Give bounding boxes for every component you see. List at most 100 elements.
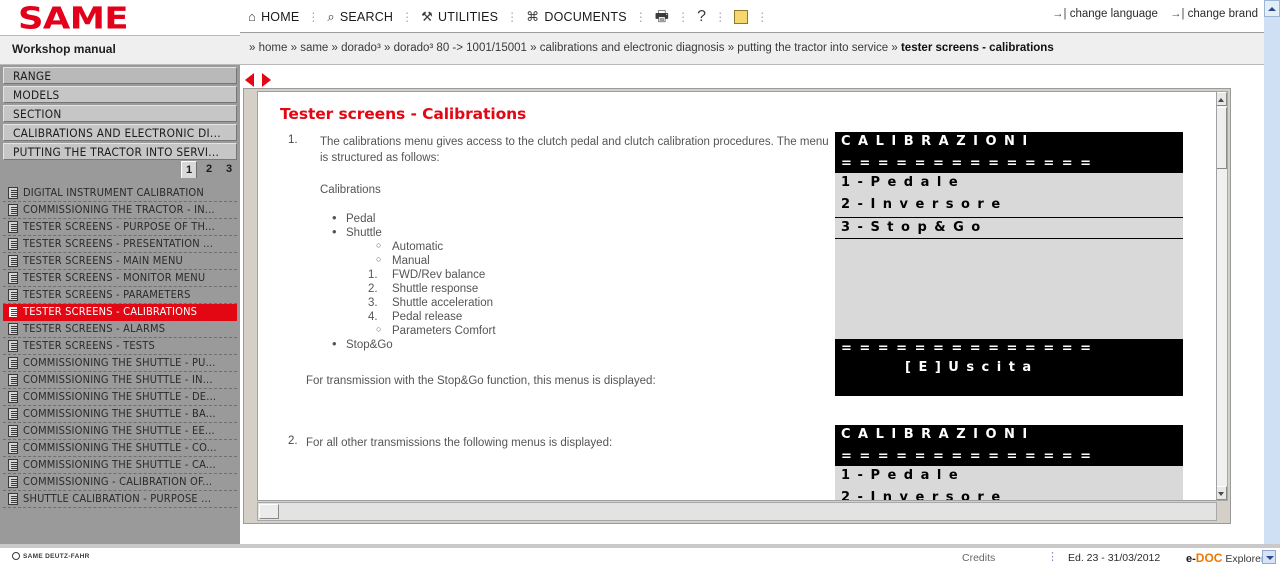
nav-separator: ⋮ <box>677 9 690 24</box>
document-icon <box>8 459 18 471</box>
scroll-top-button[interactable] <box>1264 0 1280 17</box>
lcd-row: 2-Inversore <box>835 488 1183 500</box>
nav-home[interactable]: ⌂ HOME <box>248 10 299 24</box>
question-mark-icon: ? <box>697 7 707 25</box>
sidebar-item-digital-instrument-calibration[interactable]: DIGITAL INSTRUMENT CALIBRATION <box>3 185 237 202</box>
nav-documents[interactable]: ⌘ DOCUMENTS <box>526 10 627 24</box>
sidebar-item-label: COMMISSIONING THE TRACTOR - IN... <box>23 203 215 216</box>
lcd-row: [E]Uscita <box>835 358 1183 380</box>
sidebar-item-commissioning-tractor[interactable]: COMMISSIONING THE TRACTOR - IN... <box>3 202 237 219</box>
change-language-link[interactable]: →| change language <box>1052 8 1158 20</box>
document-icon <box>8 272 18 284</box>
nav-separator: ⋮ <box>714 9 727 24</box>
nav-home-label: HOME <box>261 9 300 24</box>
sidebar-item-tester-presentation[interactable]: TESTER SCREENS - PRESENTATION ... <box>3 236 237 253</box>
breadcrumb-current: tester screens - calibrations <box>900 42 1054 54</box>
same-deutz-fahr-logo: SAME DEUTZ-FAHR <box>12 552 90 560</box>
sidebar-item-tester-parameters[interactable]: TESTER SCREENS - PARAMETERS <box>3 287 237 304</box>
sidebar-item-label: TESTER SCREENS - PARAMETERS <box>23 288 191 301</box>
document-icon <box>8 221 18 233</box>
sidebar-category-models[interactable]: MODELS <box>3 86 237 103</box>
sidebar-category-putting-into-service[interactable]: PUTTING THE TRACTOR INTO SERVI... <box>3 143 237 160</box>
sidebar-item-shuttle-calibration-purpose[interactable]: SHUTTLE CALIBRATION - PURPOSE ... <box>3 491 237 508</box>
next-page-arrow-icon[interactable] <box>262 73 271 87</box>
previous-page-arrow-icon[interactable] <box>245 73 254 87</box>
chevron-down-icon <box>1218 492 1224 496</box>
sidebar-category-range[interactable]: RANGE <box>3 67 237 84</box>
lcd-row-text: ============== <box>841 341 1099 356</box>
sidebar-item-tester-tests[interactable]: TESTER SCREENS - TESTS <box>3 338 237 355</box>
nav-separator: ⋮ <box>634 9 647 24</box>
document-icon <box>8 289 18 301</box>
sidebar-item-commissioning-calibration-of[interactable]: COMMISSIONING - CALIBRATION OF... <box>3 474 237 491</box>
sidebar-item-label: COMMISSIONING - CALIBRATION OF... <box>23 475 213 488</box>
sidebar-item-label: TESTER SCREENS - CALIBRATIONS <box>23 305 198 318</box>
pager-page-3[interactable]: 3 <box>221 161 237 178</box>
sidebar-item-label: DIGITAL INSTRUMENT CALIBRATION <box>23 186 204 199</box>
sidebar-item-shuttle-pu[interactable]: COMMISSIONING THE SHUTTLE - PU... <box>3 355 237 372</box>
nav-separator: ⋮ <box>506 9 519 24</box>
horizontal-scrollbar[interactable] <box>257 502 1217 521</box>
breadcrumb-item-calibrations[interactable]: calibrations and electronic diagnosis <box>540 42 725 54</box>
window-chevron-down-icon[interactable] <box>1262 550 1276 564</box>
lcd-row-text: 2-Inversore <box>841 197 1008 212</box>
document-icon <box>8 408 18 420</box>
notes-button[interactable] <box>734 9 749 24</box>
breadcrumb: » home » same » dorado³ » dorado³ 80 -> … <box>249 42 1054 54</box>
lcd-row-text: 1-Pedale <box>841 468 966 483</box>
print-button[interactable]: 🖶 <box>655 9 669 24</box>
sidebar-item-tester-monitor-menu[interactable]: TESTER SCREENS - MONITOR MENU <box>3 270 237 287</box>
credits-link[interactable]: Credits <box>962 552 995 564</box>
list-item: Manual <box>376 254 666 269</box>
stopgo-description: For transmission with the Stop&Go functi… <box>306 375 656 387</box>
document-icon <box>8 187 18 199</box>
sidebar-item-shuttle-ca[interactable]: COMMISSIONING THE SHUTTLE - CA... <box>3 457 237 474</box>
breadcrumb-item-model[interactable]: dorado³ 80 -> 1001/15001 <box>394 42 527 54</box>
sidebar-item-shuttle-in[interactable]: COMMISSIONING THE SHUTTLE - IN... <box>3 372 237 389</box>
document-viewer-frame: Tester screens - Calibrations 1. The cal… <box>243 88 1231 524</box>
help-button[interactable]: ? <box>697 7 707 25</box>
lcd-row <box>835 305 1183 339</box>
sidebar-item-tester-main-menu[interactable]: TESTER SCREENS - MAIN MENU <box>3 253 237 270</box>
sidebar-item-shuttle-de[interactable]: COMMISSIONING THE SHUTTLE - DE... <box>3 389 237 406</box>
sidebar-category-section[interactable]: SECTION <box>3 105 237 122</box>
sidebar-item-tester-calibrations[interactable]: TESTER SCREENS - CALIBRATIONS <box>3 304 237 321</box>
arrow-icon: →| <box>1169 8 1185 20</box>
document-icon <box>8 238 18 250</box>
nav-search[interactable]: ⌕ SEARCH <box>327 10 393 24</box>
change-brand-link[interactable]: →| change brand <box>1170 8 1258 20</box>
edoc-prefix: e- <box>1186 553 1196 565</box>
page-title: Tester screens - Calibrations <box>280 105 527 123</box>
sidebar-item-shuttle-ba[interactable]: COMMISSIONING THE SHUTTLE - BA... <box>3 406 237 423</box>
edoc-doc: DOC <box>1195 551 1223 565</box>
lcd-row-text: ============== <box>841 156 1099 171</box>
nav-utilities[interactable]: ⚒ UTILITIES <box>421 10 498 24</box>
document-page: Tester screens - Calibrations 1. The cal… <box>257 91 1217 501</box>
breadcrumb-item-home[interactable]: home <box>259 42 288 54</box>
list-item: Stop&Go <box>332 336 666 353</box>
pager-page-1[interactable]: 1 <box>181 161 197 178</box>
lcd-row: 1-Pedale <box>835 466 1183 488</box>
lcd-row <box>835 261 1183 283</box>
document-icon <box>8 340 18 352</box>
breadcrumb-item-service[interactable]: putting the tractor into service <box>737 42 888 54</box>
pager-page-2[interactable]: 2 <box>201 161 217 178</box>
step-1-number: 1. <box>288 134 298 146</box>
edoc-suffix: Explorer <box>1222 553 1265 565</box>
lcd-row: 3-Stop&Go <box>835 217 1183 239</box>
workshop-manual-label: Workshop manual <box>12 42 116 56</box>
browser-right-scroll-strip[interactable] <box>1264 0 1280 547</box>
sidebar-item-label: COMMISSIONING THE SHUTTLE - PU... <box>23 356 216 369</box>
list-item: Pedal release <box>368 311 666 325</box>
lcd-row: 2-Inversore <box>835 195 1183 217</box>
sidebar-item-tester-alarms[interactable]: TESTER SCREENS - ALARMS <box>3 321 237 338</box>
breadcrumb-item-dorado[interactable]: dorado³ <box>341 42 381 54</box>
lcd-row: CALIBRAZIONI <box>835 425 1183 447</box>
footer: SAME DEUTZ-FAHR Credits ⋮ Ed. 23 - 31/03… <box>0 544 1280 568</box>
sidebar-item-tester-purpose[interactable]: TESTER SCREENS - PURPOSE OF TH... <box>3 219 237 236</box>
breadcrumb-item-same[interactable]: same <box>300 42 328 54</box>
sidebar-category-calibrations[interactable]: CALIBRATIONS AND ELECTRONIC DI... <box>3 124 237 141</box>
sidebar-item-shuttle-ee[interactable]: COMMISSIONING THE SHUTTLE - EE... <box>3 423 237 440</box>
horizontal-scrollbar-thumb[interactable] <box>259 504 279 519</box>
sidebar-item-shuttle-co[interactable]: COMMISSIONING THE SHUTTLE - CO... <box>3 440 237 457</box>
